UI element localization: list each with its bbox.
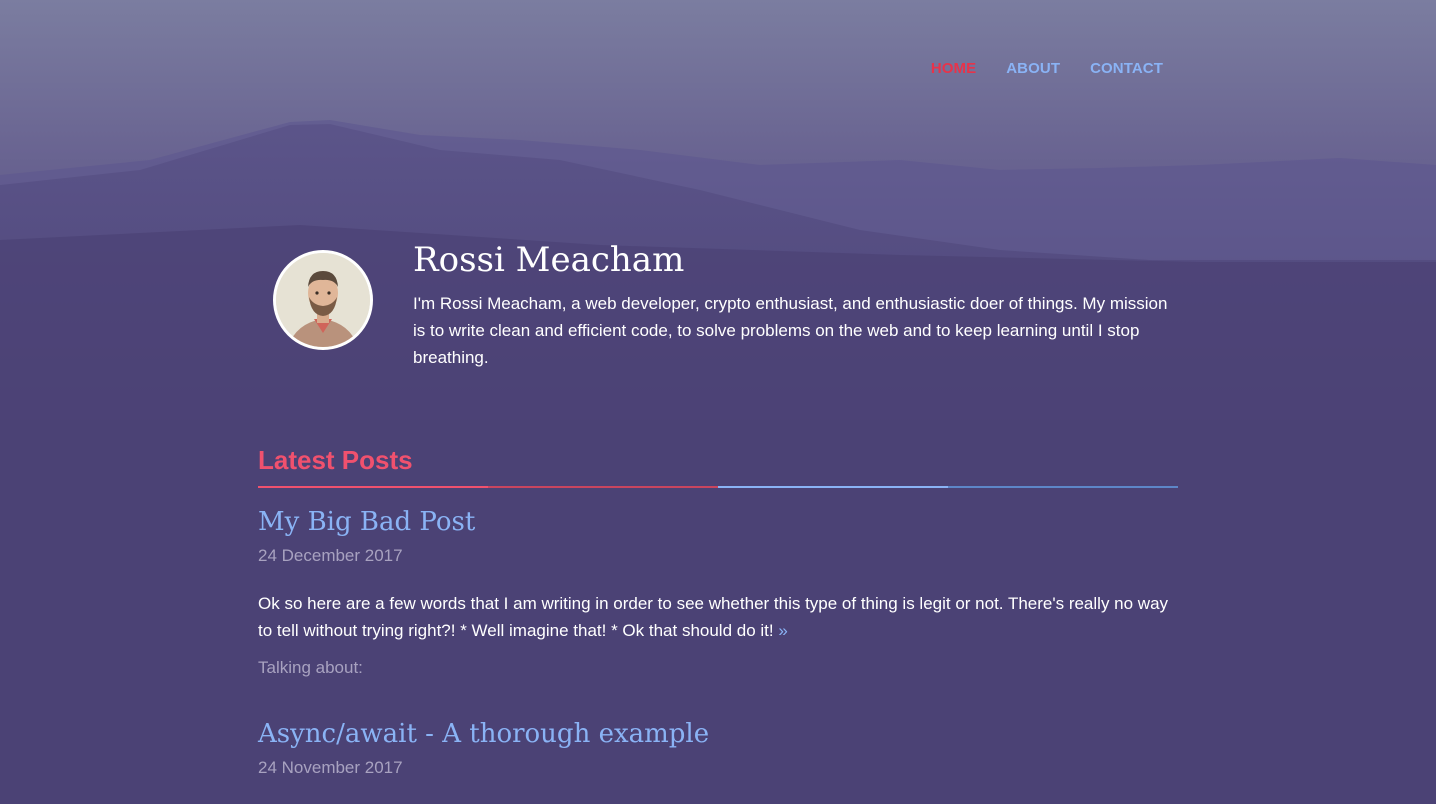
post-excerpt: Ok so here are a few words that I am wri…: [258, 590, 1173, 644]
read-more-link[interactable]: »: [778, 621, 787, 640]
post-tags-label: Talking about:: [258, 658, 363, 677]
post-title-link[interactable]: Async/await - A thorough example: [258, 719, 709, 749]
latest-posts-section: Latest Posts My Big Bad Post 24 December…: [258, 445, 1178, 777]
profile-bio: I'm Rossi Meacham, a web developer, cryp…: [413, 294, 1168, 367]
section-title: Latest Posts: [258, 445, 413, 475]
profile-name: Rossi Meacham: [413, 240, 685, 280]
post-date: 24 December 2017: [258, 546, 403, 565]
nav-link-contact[interactable]: CONTACT: [1090, 60, 1163, 77]
section-divider: [258, 486, 1178, 489]
avatar-portrait-icon: [276, 253, 370, 347]
nav-link-home[interactable]: HOME: [931, 60, 976, 77]
post-excerpt-text: Ok so here are a few words that I am wri…: [258, 594, 1169, 640]
main-nav: HOME ABOUT CONTACT: [931, 60, 1163, 77]
nav-link-about[interactable]: ABOUT: [1006, 60, 1060, 77]
avatar: [273, 250, 373, 350]
post-title-link[interactable]: My Big Bad Post: [258, 507, 475, 537]
post-date: 24 November 2017: [258, 758, 403, 777]
